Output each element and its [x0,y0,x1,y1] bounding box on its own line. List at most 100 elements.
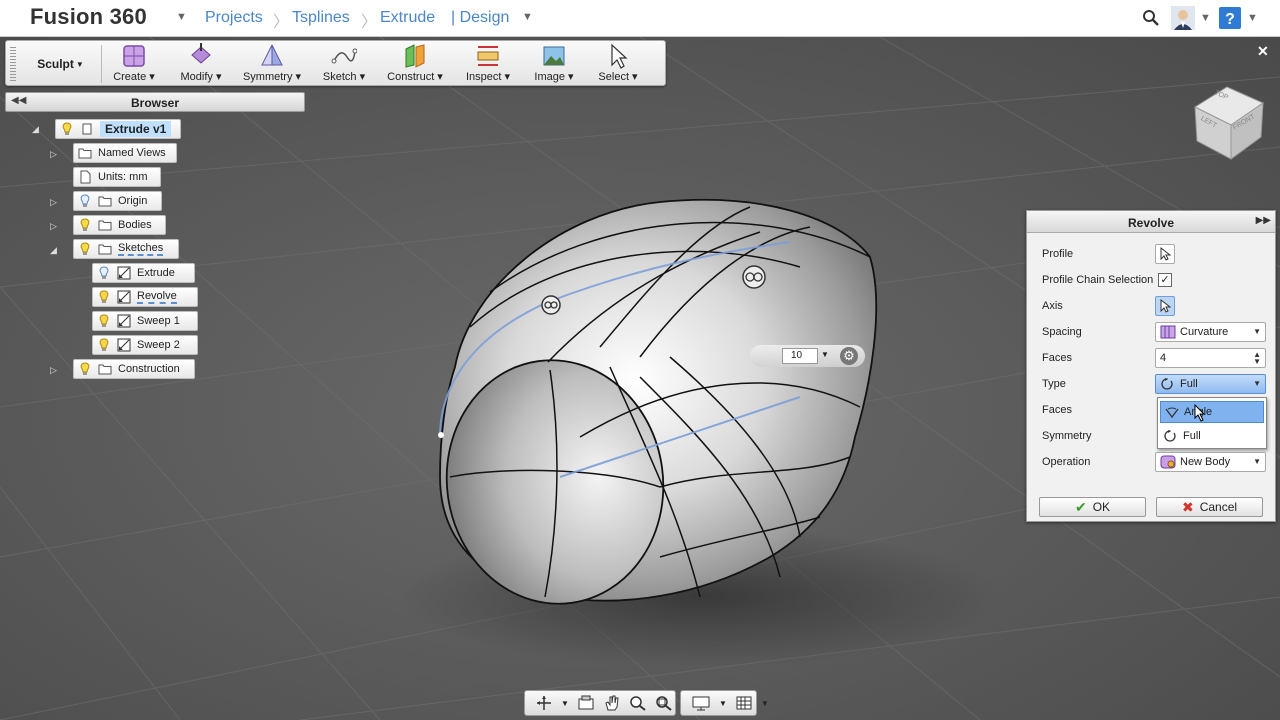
workspace-switcher[interactable]: Sculpt ▼ [20,45,102,83]
symmetry-menu-button[interactable]: Symmetry ▾ [242,43,302,85]
browser-item-label: Units: mm [98,171,148,183]
browser-item-construction[interactable]: Construction [73,359,195,379]
create-menu-button[interactable]: Create ▾ [112,43,156,85]
breadcrumb-projects[interactable]: Projects [205,9,263,27]
look-at-icon[interactable] [577,695,595,711]
lightbulb-icon[interactable] [97,290,111,304]
expand-arrow-icon[interactable]: ▷ [50,221,57,232]
type-option-angle[interactable]: Angle [1160,401,1264,423]
user-avatar-icon[interactable] [1170,6,1196,30]
breadcrumb-tsplines[interactable]: Tsplines [292,9,350,27]
operation-value: New Body [1180,456,1231,468]
expand-arrow-icon[interactable]: ▷ [50,149,57,160]
expand-toggle-icon[interactable]: ◢ [32,124,39,135]
ok-label: OK [1092,500,1111,514]
browser-item-sketches[interactable]: Sketches [73,239,179,259]
profile-chain-checkbox[interactable]: ✓ [1158,273,1172,287]
toolbar-grip[interactable] [10,47,16,81]
browser-item-named-views[interactable]: Named Views [73,143,177,163]
spacing-dropdown[interactable]: Curvature ▼ [1155,322,1266,342]
breadcrumb-extrude[interactable]: Extrude [380,9,435,27]
construct-menu-button[interactable]: Construct ▾ [386,43,444,85]
profile-select-button[interactable] [1155,244,1175,264]
svg-text:?: ? [1225,11,1235,28]
inspect-menu-button[interactable]: Inspect ▾ [464,43,512,85]
type-option-full[interactable]: Full [1160,425,1264,447]
browser-item-sketch-sweep-1[interactable]: Sweep 1 [92,311,198,331]
chevron-down-icon: ▼ [1253,457,1261,466]
help-icon[interactable]: ? [1218,6,1242,30]
revolve-dialog: Revolve ▶▶ Profile Profile Chain Selecti… [1026,210,1276,522]
chevron-down-icon: ▼ [1253,327,1261,336]
zoom-window-icon[interactable] [655,695,673,711]
browser-item-units[interactable]: Units: mm [73,167,161,187]
lightbulb-icon[interactable] [78,362,92,376]
expand-arrow-icon[interactable]: ▷ [50,365,57,376]
faces-label: Faces [1042,352,1072,364]
help-chevron-down-icon[interactable]: ▼ [1247,12,1258,24]
lightbulb-icon[interactable] [60,122,74,136]
display-settings-icon[interactable] [691,695,711,711]
modify-menu-button[interactable]: Modify ▾ [178,43,224,85]
create-box-icon [123,45,145,67]
expand-arrow-icon[interactable]: ▷ [50,197,57,208]
search-icon[interactable] [1141,6,1161,30]
lightbulb-icon[interactable] [78,242,92,256]
browser-root-node[interactable]: Extrude v1 [55,119,181,139]
zoom-icon[interactable] [629,695,647,711]
app-menu-chevron-icon[interactable]: ▼ [176,11,187,23]
faces-value-box[interactable]: 10 ▼ ⚙ [750,345,865,367]
revolve-dialog-header[interactable]: Revolve ▶▶ [1027,211,1275,233]
browser-item-sketch-extrude[interactable]: Extrude [92,263,195,283]
select-menu-button[interactable]: Select ▾ [596,43,640,85]
browser-title: Browser [130,96,180,110]
construct-label: Construct [387,71,435,83]
main-toolbar: Sculpt ▼ Create ▾ Modify ▾ Symmetry ▾ Ske… [5,40,666,86]
lightbulb-icon[interactable] [97,314,111,328]
select-label: Select [598,71,629,83]
display-chevron-down-icon[interactable]: ▼ [719,699,727,708]
orbit-icon[interactable] [535,695,553,711]
component-icon [82,123,92,135]
browser-item-sketch-sweep-2[interactable]: Sweep 2 [92,335,198,355]
cancel-button[interactable]: ✖ Cancel [1156,497,1263,517]
expand-dialog-icon[interactable]: ▶▶ [1256,215,1271,226]
lightbulb-icon[interactable] [97,338,111,352]
image-menu-button[interactable]: Image ▾ [532,43,576,85]
type-value: Full [1180,378,1198,390]
browser-item-sketch-revolve[interactable]: Revolve [92,287,198,307]
grid-chevron-down-icon[interactable]: ▼ [761,699,769,708]
type-dropdown[interactable]: Full ▼ [1155,374,1266,394]
pan-hand-icon[interactable] [603,695,621,711]
full-revolve-icon [1164,430,1176,442]
browser-header[interactable]: ◀◀ Browser [5,92,305,112]
design-chevron-down-icon[interactable]: ▼ [522,11,533,23]
browser-item-label: Origin [118,195,148,207]
grid-icon[interactable] [735,695,753,711]
expand-toggle-icon[interactable]: ◢ [50,245,57,256]
faces-stepper[interactable]: 4 ▲ ▼ [1155,348,1266,368]
sketch-icon [117,266,131,280]
axis-label: Axis [1042,300,1063,312]
browser-item-origin[interactable]: Origin [73,191,162,211]
gear-icon[interactable]: ⚙ [840,347,858,365]
browser-item-bodies[interactable]: Bodies [73,215,166,235]
close-icon[interactable]: ✕ [1257,43,1269,60]
user-chevron-down-icon[interactable]: ▼ [1200,12,1211,24]
chevron-down-icon[interactable]: ▼ [821,350,829,359]
operation-dropdown[interactable]: New Body ▼ [1155,452,1266,472]
faces-value-input[interactable]: 10 [782,348,818,364]
breadcrumb-design[interactable]: | Design [451,9,509,27]
type-dropdown-menu: Angle Full [1157,397,1267,449]
chevron-down-icon: ▼ [1253,379,1261,388]
lightbulb-off-icon[interactable] [78,194,92,208]
ok-button[interactable]: ✔ OK [1039,497,1146,517]
axis-select-button[interactable] [1155,296,1175,316]
lightbulb-off-icon[interactable] [97,266,111,280]
checkmark-icon: ✔ [1074,498,1087,515]
folder-icon [98,244,112,255]
lightbulb-icon[interactable] [78,218,92,232]
stepper-arrows-icon[interactable]: ▲ ▼ [1253,351,1261,366]
sketch-menu-button[interactable]: Sketch ▾ [322,43,366,85]
orbit-chevron-down-icon[interactable]: ▼ [561,699,569,708]
